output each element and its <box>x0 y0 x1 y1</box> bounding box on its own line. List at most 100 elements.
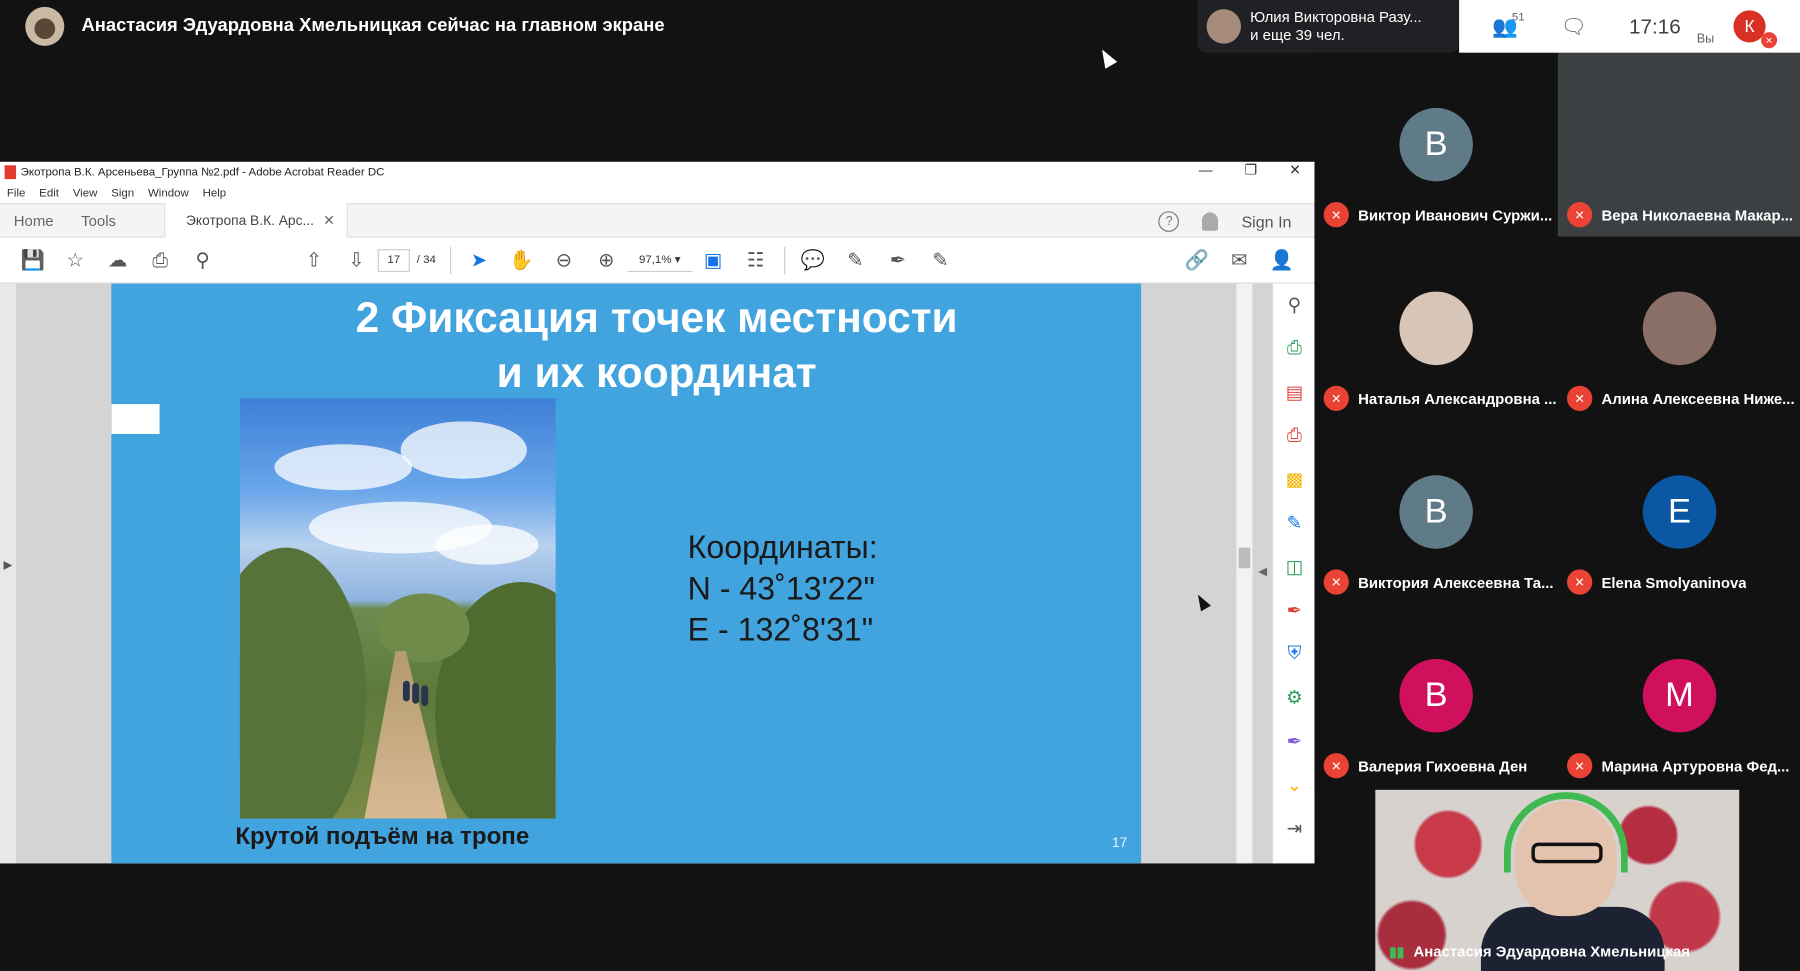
zoom-tool-icon[interactable]: ⚲ <box>1273 284 1315 328</box>
zoom-select[interactable]: 97,1% ▾ <box>627 249 692 272</box>
find-icon[interactable]: ⚲ <box>181 243 223 277</box>
sign-icon[interactable]: ✒ <box>1273 720 1315 764</box>
organize-pages-icon[interactable]: ▤ <box>1273 371 1315 415</box>
tab-close-icon[interactable]: ✕ <box>323 212 335 228</box>
protect-shield-icon[interactable]: ⛨ <box>1273 633 1315 677</box>
scroll-mode-icon[interactable]: ☷ <box>734 243 776 277</box>
slide-white-marker <box>111 404 160 434</box>
send-track-icon[interactable]: ⚙ <box>1273 676 1315 720</box>
tab-tools[interactable]: Tools <box>67 212 129 229</box>
draw-icon[interactable]: ✒ <box>877 243 919 277</box>
help-icon[interactable]: ? <box>1158 211 1180 232</box>
active-speakers-chip[interactable]: Юлия Викторовна Разу... и еще 39 чел. <box>1197 0 1460 53</box>
stamp-icon[interactable]: ✎ <box>919 243 961 277</box>
expand-left-icon: ▶ <box>3 559 13 572</box>
tab-document-label: Экотропа В.К. Арс... <box>186 212 314 229</box>
document-viewer[interactable]: ▶ 2 Фиксация точек местности и их коорди… <box>0 283 1315 864</box>
speaker-body <box>1480 906 1665 971</box>
participant-name: Марина Артуровна Фед... <box>1601 757 1790 775</box>
comment-icon[interactable]: 💬 <box>792 243 834 277</box>
collapse-pane-icon[interactable]: ⇥ <box>1273 807 1315 851</box>
participant-tile[interactable]: E ✕ Elena Smolyaninova <box>1557 420 1800 604</box>
speaking-indicator-icon: ▮▮ <box>1389 943 1405 960</box>
select-cursor-icon[interactable]: ➤ <box>458 243 500 277</box>
chat-button[interactable]: 🗨 <box>1539 0 1608 53</box>
participant-tile[interactable]: ✕ Вера Николаевна Макар... <box>1557 52 1800 237</box>
toolbar-right: 🔗 ✉ 👤 <box>1176 243 1303 277</box>
prev-page-icon[interactable]: ⇧ <box>293 243 335 277</box>
tab-document[interactable]: Экотропа В.К. Арс... ✕ <box>164 203 348 238</box>
tab-home[interactable]: Home <box>0 212 67 229</box>
mic-off-icon: ✕ <box>1323 385 1349 411</box>
zoom-out-icon[interactable]: ⊖ <box>543 243 585 277</box>
toolbar-divider <box>449 246 451 274</box>
self-tile-mini[interactable]: Вы К ✕ <box>1697 0 1789 53</box>
left-panel-toggle[interactable]: ▶ <box>0 283 17 864</box>
save-icon[interactable]: 💾 <box>11 243 53 277</box>
participant-photo-avatar <box>1399 291 1473 366</box>
presenting-text: Анастасия Эдуардовна Хмельницкая сейчас … <box>81 16 665 36</box>
edit-pdf-icon[interactable]: ✎ <box>1273 502 1315 546</box>
combine-files-icon[interactable]: ◫ <box>1273 545 1315 589</box>
mouse-cursor-icon <box>1192 591 1211 612</box>
self-label: Вы <box>1696 32 1715 46</box>
chip-line1: Юлия Викторовна Разу... <box>1250 8 1422 26</box>
photo-caption: Крутой подъём на тропе <box>235 823 530 850</box>
participant-name: Виктория Алексеевна Та... <box>1358 573 1554 591</box>
bookmark-star-icon[interactable]: ☆ <box>54 243 96 277</box>
restore-icon[interactable]: ❐ <box>1245 162 1257 178</box>
comment-tool-icon[interactable]: ▩ <box>1273 458 1315 502</box>
participant-tile[interactable]: В ✕ Виктория Алексеевна Та... <box>1314 420 1558 604</box>
share-link-icon[interactable]: 🔗 <box>1176 243 1218 277</box>
minimize-icon[interactable]: — <box>1199 162 1213 178</box>
mic-off-icon: ✕ <box>1323 753 1349 779</box>
hand-tool-icon[interactable]: ✋ <box>500 243 542 277</box>
participant-avatar: В <box>1399 475 1473 549</box>
participant-tile[interactable]: В ✕ Валерия Гихоевна Ден <box>1314 603 1558 788</box>
participant-tile[interactable]: ✕ Наталья Александровна ... <box>1314 236 1558 421</box>
add-user-icon[interactable]: 👤 <box>1261 243 1303 277</box>
mic-off-icon: ✕ <box>1323 569 1349 595</box>
speaker-video-tile[interactable]: ▮▮ Анастасия Эдуардовна Хмельницкая <box>1375 789 1740 971</box>
coords-label: Координаты: <box>687 529 878 565</box>
zoom-value: 97,1% <box>638 253 672 266</box>
glasses <box>1531 842 1603 864</box>
page-number-input[interactable]: 17 <box>377 248 410 272</box>
menu-view[interactable]: View <box>73 187 98 200</box>
meet-stage: Анастасия Эдуардовна Хмельницкая сейчас … <box>0 0 1800 971</box>
upload-cloud-icon[interactable]: ☁ <box>96 243 138 277</box>
bell-icon[interactable] <box>1202 212 1219 231</box>
menu-sign[interactable]: Sign <box>111 187 134 200</box>
scrollbar-thumb[interactable] <box>1238 547 1251 569</box>
pdf-page-slide: 2 Фиксация точек местности и их координа… <box>111 283 1142 864</box>
participant-name: Вера Николаевна Макар... <box>1601 206 1794 224</box>
export-pdf-icon[interactable]: ⎙ <box>1273 327 1315 371</box>
vertical-scrollbar[interactable] <box>1236 283 1253 864</box>
next-page-icon[interactable]: ⇩ <box>335 243 377 277</box>
participant-tile[interactable]: ✕ Алина Алексеевна Ниже... <box>1557 236 1800 421</box>
fill-sign-icon[interactable]: ✒ <box>1273 589 1315 633</box>
participant-avatar: В <box>1399 107 1473 182</box>
sign-in-button[interactable]: Sign In <box>1241 212 1291 230</box>
meet-toolbar: 👥 51 🗨 17:16 Вы К ✕ <box>1459 0 1800 53</box>
email-icon[interactable]: ✉ <box>1218 243 1260 277</box>
collapse-right-panel-icon[interactable]: ◀ <box>1258 566 1267 579</box>
close-icon[interactable]: ✕ <box>1289 162 1301 178</box>
slide-title: 2 Фиксация точек местности и их координа… <box>111 290 1141 400</box>
menu-help[interactable]: Help <box>203 187 227 200</box>
menu-edit[interactable]: Edit <box>39 187 59 200</box>
menu-window[interactable]: Window <box>148 187 189 200</box>
print-icon[interactable]: ⎙ <box>139 243 181 277</box>
participant-tile[interactable]: М ✕ Марина Артуровна Фед... <box>1557 603 1800 788</box>
create-pdf-icon[interactable]: ⎙ <box>1273 414 1315 458</box>
zoom-in-icon[interactable]: ⊕ <box>585 243 627 277</box>
fit-page-icon[interactable]: ▣ <box>692 243 734 277</box>
coords-north: N - 43˚13'22" <box>687 570 875 607</box>
people-count: 51 <box>1511 11 1525 25</box>
menu-file[interactable]: File <box>7 187 26 200</box>
presenter-avatar <box>25 6 65 46</box>
more-tools-icon[interactable]: ⌄ <box>1273 763 1315 807</box>
highlight-pen-icon[interactable]: ✎ <box>834 243 876 277</box>
people-button[interactable]: 👥 51 <box>1471 0 1540 53</box>
participant-tile[interactable]: В ✕ Виктор Иванович Суржи... <box>1314 52 1558 237</box>
